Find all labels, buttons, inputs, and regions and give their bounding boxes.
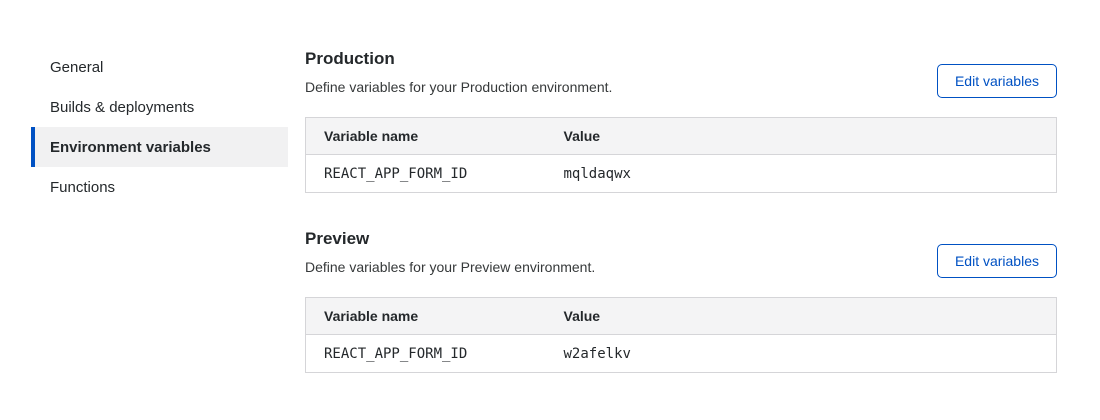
table-header-row: Variable name Value xyxy=(306,298,1057,335)
variable-name-column-header: Variable name xyxy=(306,298,546,335)
value-column-header: Value xyxy=(546,298,1057,335)
settings-page: General Builds & deployments Environment… xyxy=(0,0,1100,373)
preview-title: Preview xyxy=(305,230,595,247)
production-section: Production Define variables for your Pro… xyxy=(305,50,1057,193)
variable-value-cell: mqldaqwx xyxy=(546,155,1057,193)
production-title: Production xyxy=(305,50,612,67)
variable-name-cell: REACT_APP_FORM_ID xyxy=(306,155,546,193)
preview-heading-block: Preview Define variables for your Previe… xyxy=(305,230,595,276)
environment-variables-panel: Production Define variables for your Pro… xyxy=(305,50,1057,373)
table-header-row: Variable name Value xyxy=(306,118,1057,155)
variable-name-cell: REACT_APP_FORM_ID xyxy=(306,335,546,373)
preview-description: Define variables for your Preview enviro… xyxy=(305,259,595,276)
variable-value-cell: w2afelkv xyxy=(546,335,1057,373)
sidebar-item-general[interactable]: General xyxy=(31,47,288,87)
sidebar-item-functions[interactable]: Functions xyxy=(31,167,288,207)
preview-section-header: Preview Define variables for your Previe… xyxy=(305,230,1057,278)
preview-section: Preview Define variables for your Previe… xyxy=(305,230,1057,373)
sidebar-item-environment-variables[interactable]: Environment variables xyxy=(31,127,288,167)
production-heading-block: Production Define variables for your Pro… xyxy=(305,50,612,96)
table-row: REACT_APP_FORM_ID mqldaqwx xyxy=(306,155,1057,193)
production-section-header: Production Define variables for your Pro… xyxy=(305,50,1057,98)
variable-name-column-header: Variable name xyxy=(306,118,546,155)
preview-edit-variables-button[interactable]: Edit variables xyxy=(937,244,1057,278)
production-edit-variables-button[interactable]: Edit variables xyxy=(937,64,1057,98)
production-variables-table: Variable name Value REACT_APP_FORM_ID mq… xyxy=(305,117,1057,193)
value-column-header: Value xyxy=(546,118,1057,155)
settings-sidebar: General Builds & deployments Environment… xyxy=(31,47,288,207)
table-row: REACT_APP_FORM_ID w2afelkv xyxy=(306,335,1057,373)
preview-variables-table: Variable name Value REACT_APP_FORM_ID w2… xyxy=(305,297,1057,373)
sidebar-item-builds-deployments[interactable]: Builds & deployments xyxy=(31,87,288,127)
production-description: Define variables for your Production env… xyxy=(305,79,612,96)
